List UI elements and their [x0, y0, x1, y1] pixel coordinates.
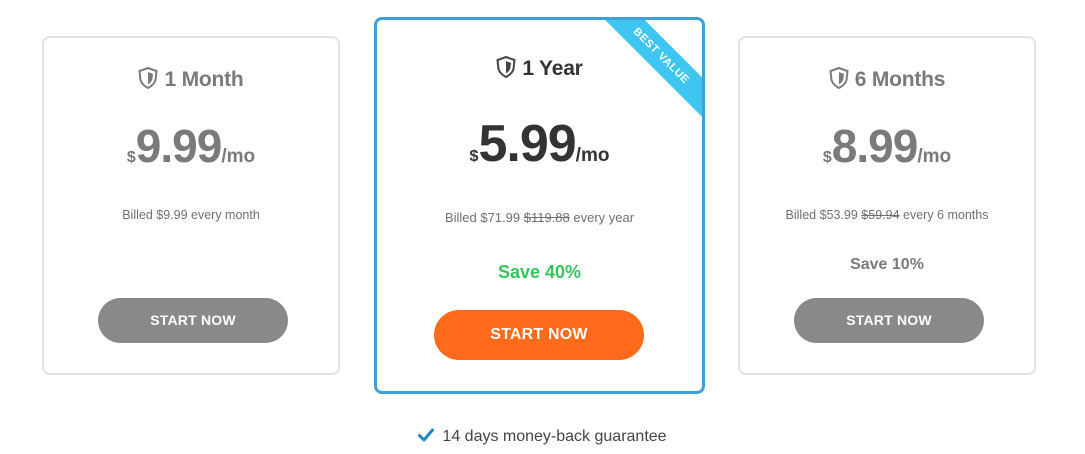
plan-card-6-months: 6 Months $8.99/mo Billed $53.99 $59.94 e… — [738, 36, 1036, 375]
start-now-button[interactable]: START NOW — [794, 298, 984, 343]
plan-price: $8.99/mo — [740, 119, 1034, 173]
savings-label: Save 10% — [850, 256, 924, 273]
billing-info: Billed $71.99 $119.88 every year — [377, 210, 702, 225]
plan-title: 6 Months — [740, 67, 1034, 92]
price-currency: $ — [822, 149, 832, 166]
plan-price: $5.99/mo — [377, 114, 702, 174]
plan-title: 1 Year — [377, 56, 702, 81]
billing-text: Billed $71.99 — [444, 210, 524, 225]
price-amount: 5.99 — [478, 115, 576, 173]
price-amount: 9.99 — [135, 120, 223, 172]
original-price: $59.94 — [861, 208, 900, 222]
price-period: /mo — [917, 146, 952, 167]
plan-card-1-month: 1 Month $9.99/mo Billed $9.99 every mont… — [42, 36, 340, 375]
guarantee-text: 14 days money-back guarantee — [442, 428, 667, 445]
price-period: /mo — [221, 146, 256, 167]
start-now-button[interactable]: START NOW — [434, 310, 644, 360]
shield-icon — [829, 67, 849, 90]
plan-title-text: 1 Month — [164, 68, 244, 91]
billing-info: Billed $53.99 $59.94 every 6 months — [740, 208, 1034, 222]
billing-info: Billed $9.99 every month — [44, 208, 338, 222]
plan-card-1-year: BEST VALUE 1 Year $5.99/mo Billed $71.99… — [374, 17, 705, 394]
billing-period: every 6 months — [899, 208, 989, 222]
plan-title-text: 1 Year — [522, 57, 583, 80]
plan-title: 1 Month — [44, 67, 338, 92]
price-currency: $ — [126, 149, 136, 166]
price-period: /mo — [575, 145, 610, 166]
checkmark-icon — [418, 428, 435, 442]
savings-label: Save 40% — [497, 262, 582, 282]
start-now-button[interactable]: START NOW — [98, 298, 288, 343]
shield-icon — [138, 67, 159, 90]
original-price: $119.88 — [523, 210, 570, 225]
money-back-guarantee: 14 days money-back guarantee — [0, 428, 1085, 446]
plan-title-text: 6 Months — [854, 68, 946, 91]
plan-price: $9.99/mo — [44, 119, 338, 173]
pricing-section: 1 Month $9.99/mo Billed $9.99 every mont… — [0, 0, 1085, 454]
price-amount: 8.99 — [831, 120, 919, 172]
shield-icon — [496, 56, 516, 79]
billing-text: Billed $53.99 — [785, 208, 862, 222]
billing-text: Billed $9.99 every month — [122, 208, 260, 222]
billing-period: every year — [569, 210, 635, 225]
